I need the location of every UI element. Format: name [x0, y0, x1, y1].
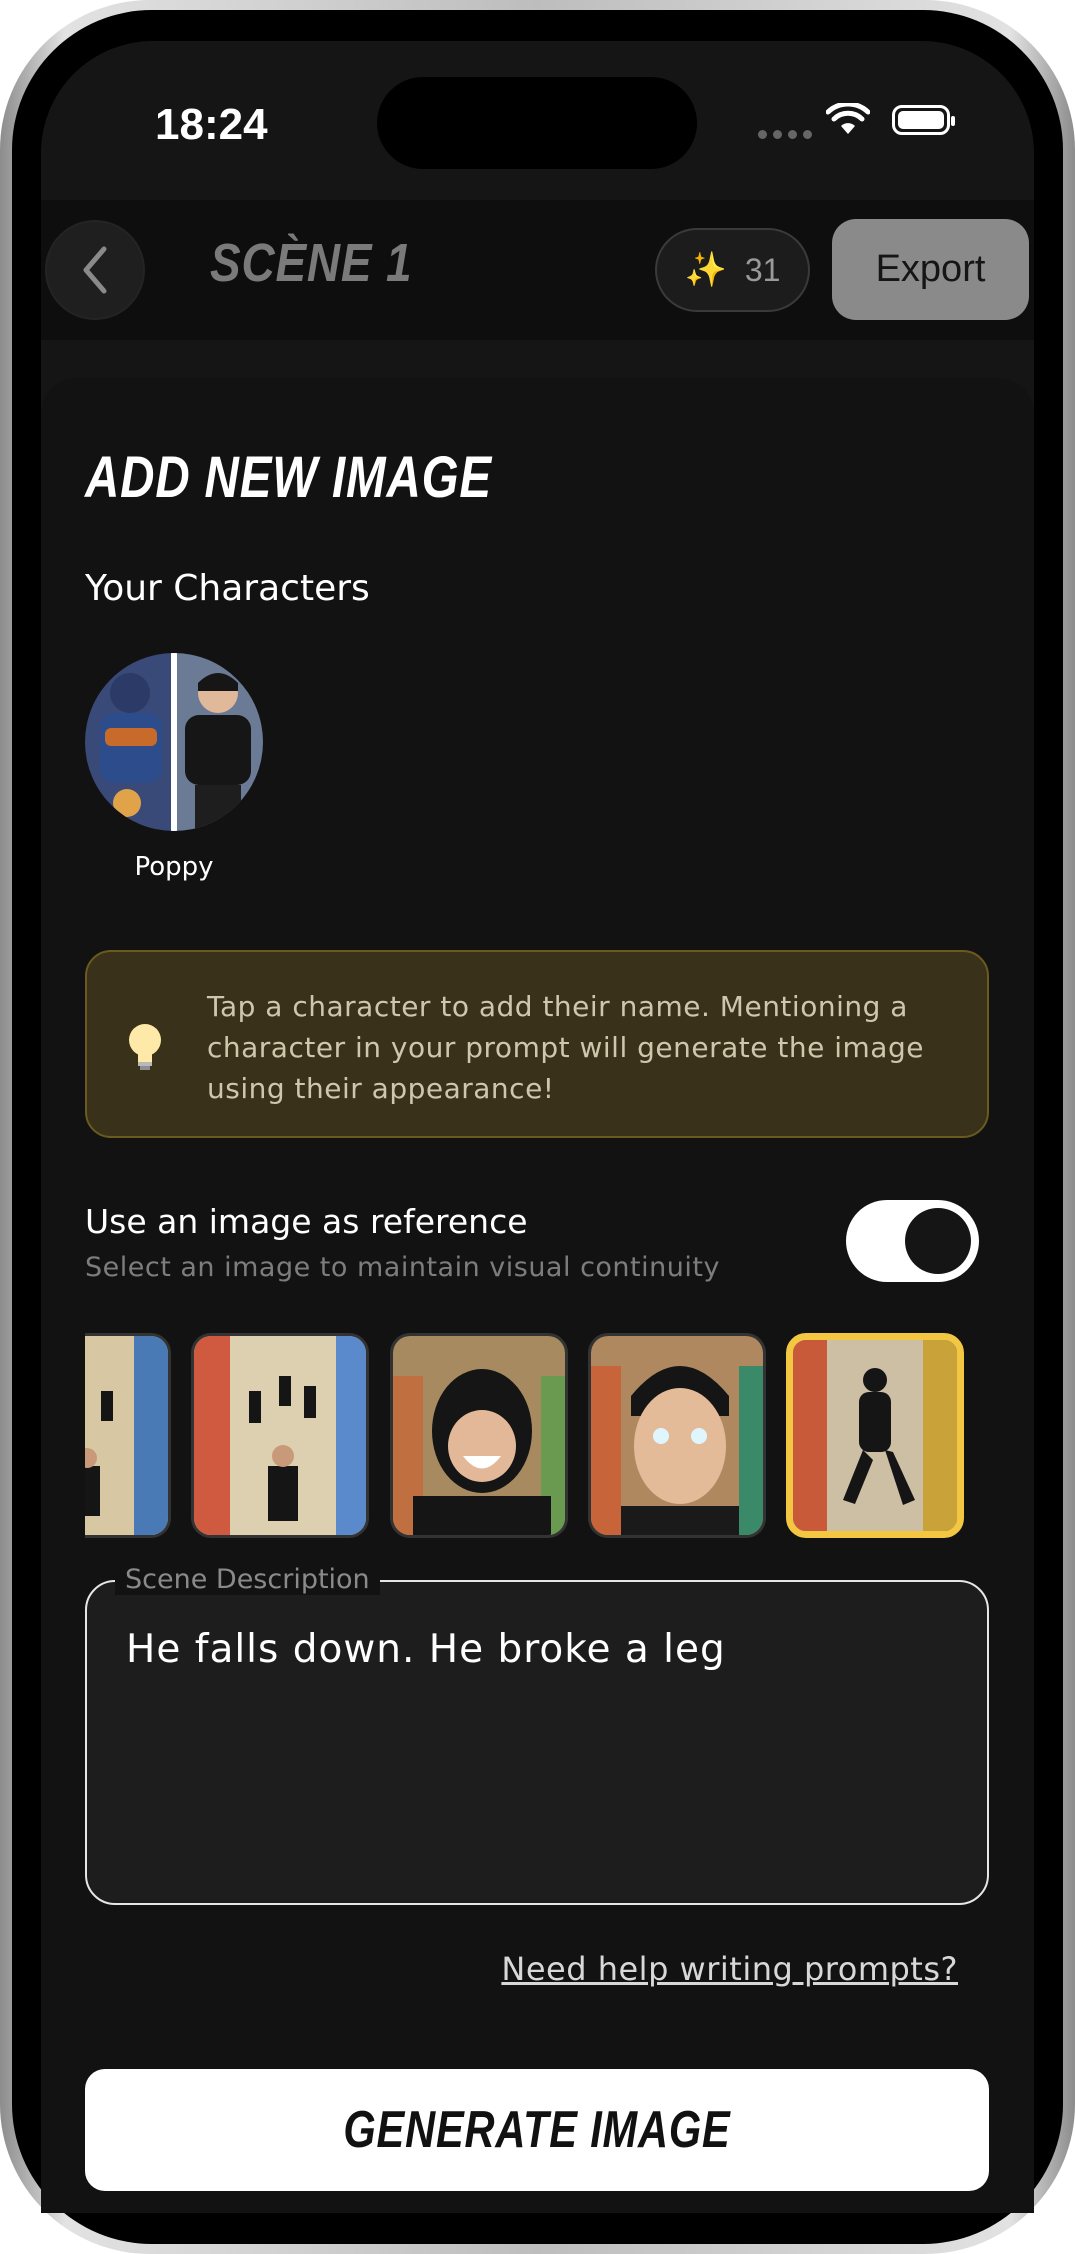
- reference-subtitle: Select an image to maintain visual conti…: [85, 1252, 720, 1283]
- dynamic-island: [377, 77, 697, 169]
- thumbnail-image: [393, 1336, 565, 1535]
- status-time: 18:24: [155, 100, 268, 149]
- credits-badge[interactable]: ✨ 31: [655, 228, 810, 312]
- reference-thumbnail-selected[interactable]: [786, 1333, 964, 1538]
- thumbnail-image: [591, 1336, 763, 1535]
- character-name: Poppy: [134, 852, 214, 882]
- wifi-icon: [826, 103, 870, 134]
- reference-thumbnail[interactable]: [85, 1333, 171, 1538]
- toggle-knob: [905, 1208, 971, 1274]
- page-title: SCÈNE 1: [210, 233, 413, 293]
- reference-toggle[interactable]: [846, 1200, 979, 1282]
- scene-description-label: Scene Description: [115, 1564, 380, 1595]
- thumbnail-image: [793, 1340, 957, 1531]
- back-button[interactable]: [45, 220, 145, 320]
- battery-icon: [892, 105, 955, 135]
- reference-thumbnail[interactable]: [588, 1333, 766, 1538]
- signal-icon: [758, 130, 812, 139]
- reference-thumbnail[interactable]: [390, 1333, 568, 1538]
- tip-banner: Tap a character to add their name. Menti…: [85, 950, 989, 1138]
- help-prompts-link[interactable]: Need help writing prompts?: [501, 1950, 958, 1988]
- credits-count: 31: [744, 251, 781, 288]
- tip-text: Tap a character to add their name. Menti…: [207, 990, 924, 1105]
- reference-title: Use an image as reference: [85, 1202, 528, 1241]
- add-image-sheet: [41, 378, 1034, 2213]
- export-button[interactable]: Export: [832, 219, 1029, 320]
- generate-image-label: GENERATE IMAGE: [343, 2101, 731, 2159]
- thumbnail-image: [194, 1336, 366, 1535]
- sparkles-icon: ✨: [684, 250, 727, 290]
- scene-description-value[interactable]: He falls down. He broke a leg: [126, 1627, 726, 1672]
- reference-thumbnail[interactable]: [191, 1333, 369, 1538]
- thumbnail-image: [85, 1336, 168, 1535]
- reference-image-strip[interactable]: [85, 1333, 989, 1538]
- chevron-left-icon: [83, 246, 107, 294]
- generate-image-button[interactable]: GENERATE IMAGE: [85, 2069, 989, 2191]
- character-image: [85, 653, 263, 831]
- characters-heading: Your Characters: [85, 568, 370, 609]
- sheet-heading: ADD NEW IMAGE: [85, 445, 492, 510]
- lightbulb-icon: [129, 1024, 161, 1070]
- character-avatar[interactable]: [85, 653, 263, 831]
